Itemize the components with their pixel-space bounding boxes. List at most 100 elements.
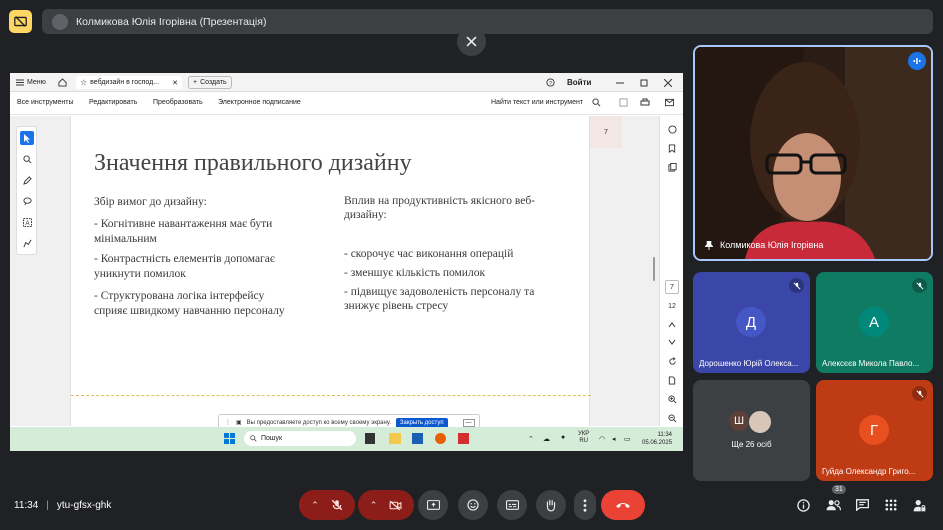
store-icon[interactable] (412, 433, 423, 444)
more-participants-tile[interactable]: Ш Ще 26 осіб (693, 380, 810, 481)
participant-name: Дорошенко Юрій Олекса... (699, 359, 799, 368)
chat-button[interactable] (851, 494, 873, 516)
stop-sharing-button[interactable]: Закрыть доступ (395, 417, 448, 428)
save-icon[interactable] (619, 98, 628, 107)
mic-off-icon (331, 499, 343, 511)
hide-notice-button[interactable]: — (462, 418, 475, 427)
slide-page: Значення правильного дизайну Збір вимог … (70, 116, 591, 426)
participant-tile-3[interactable]: Г Гуйда Олександр Григо... (816, 380, 933, 481)
edit-menu[interactable]: Редактировать (89, 99, 137, 106)
page-up-icon[interactable] (665, 318, 679, 332)
left-item-2-line-2: уникнути помилок (94, 268, 186, 280)
new-tab-button[interactable]: + Создать (188, 76, 232, 89)
language-indicator[interactable]: УКР RU (578, 431, 589, 445)
people-button[interactable]: 31 (822, 485, 846, 516)
text-tool-icon[interactable]: A (20, 215, 34, 229)
mic-tray-icon[interactable]: ● (561, 434, 565, 441)
volume-icon[interactable]: ◂ (612, 435, 616, 443)
close-presentation-button[interactable] (457, 27, 486, 56)
mic-toggle-button[interactable]: ⌃ (299, 490, 355, 520)
taskbar-clock[interactable]: 11:34 05.06.2025 (642, 431, 672, 447)
presentation-title-bar: Колмикова Юлія Ігорівна (Презентація) (42, 9, 933, 34)
presenter-name-label: Колмикова Юлія Ігорівна (705, 240, 823, 250)
muted-mic-icon (912, 386, 927, 401)
pdf-app-icon[interactable] (458, 433, 469, 444)
chevron-up-icon[interactable]: ⌃ (311, 500, 319, 511)
right-heading-line-2: дизайну: (344, 209, 387, 221)
presenter-avatar (52, 13, 68, 30)
find-tool-search[interactable]: Найти текст или инструмент (491, 99, 583, 106)
meeting-code[interactable]: ytu-gfsx-ghk (57, 500, 111, 511)
right-item-3-line-1: - підвищує задоволеність персоналу та (344, 286, 535, 298)
windows-start-icon[interactable] (224, 433, 235, 444)
cloud-icon[interactable]: ☁ (543, 435, 550, 443)
drag-handle-icon[interactable]: ⋮ (225, 419, 231, 426)
select-tool-icon[interactable] (20, 131, 34, 145)
taskview-icon[interactable] (365, 433, 375, 444)
home-icon[interactable] (58, 76, 67, 89)
lasso-tool-icon[interactable] (20, 194, 34, 208)
zoom-tool-icon[interactable] (20, 152, 34, 166)
hand-icon (546, 499, 556, 511)
firefox-icon[interactable] (435, 433, 446, 444)
zoom-in-icon[interactable] (665, 392, 679, 406)
close-window-icon[interactable] (664, 76, 672, 89)
page-down-icon[interactable] (665, 335, 679, 349)
comment-icon[interactable] (665, 122, 679, 136)
scrollbar-thumb[interactable] (653, 257, 655, 281)
meeting-info: 11:34 | ytu-gfsx-ghk (14, 500, 112, 511)
chevron-up-icon[interactable]: ⌃ (370, 500, 378, 511)
wifi-icon[interactable]: ◠ (599, 435, 605, 443)
end-call-icon (616, 503, 630, 508)
presenter-video-tile[interactable]: Колмикова Юлія Ігорівна (693, 45, 933, 261)
others-avatar: Ш (728, 410, 750, 432)
emoji-icon (467, 499, 479, 511)
reactions-button[interactable] (458, 490, 488, 520)
close-tab-icon[interactable]: ✕ (172, 79, 178, 87)
activities-button[interactable] (880, 494, 902, 516)
zoom-out-icon[interactable] (665, 411, 679, 425)
pen-tool-icon[interactable] (20, 173, 34, 187)
slide-title: Значення правильного дизайну (94, 150, 412, 176)
page-thumbnail[interactable]: 7 (590, 116, 622, 148)
share-notice-text: Вы предоставляете доступ ко всему своему… (246, 419, 391, 426)
login-button[interactable]: Войти (567, 76, 591, 89)
participant-tile-2[interactable]: А Алексєєв Микола Павло... (816, 272, 933, 373)
taskbar-search-box[interactable]: Пошук (244, 431, 356, 446)
presenting-icon[interactable] (9, 10, 32, 33)
browser-tab-bar: Меню ☆ вебдизайн в господ... ✕ + Создать… (10, 73, 683, 92)
tab-document[interactable]: ☆ вебдизайн в господ... ✕ (76, 76, 182, 89)
tray-chevron-icon[interactable]: ⌃ (528, 435, 534, 443)
camera-toggle-button[interactable]: ⌃ (358, 490, 414, 520)
host-controls-button[interactable] (908, 494, 930, 516)
mail-icon[interactable] (665, 98, 674, 107)
refresh-icon[interactable] (665, 354, 679, 368)
all-tools-menu[interactable]: Все инструменты (17, 99, 74, 106)
plus-icon: + (193, 79, 198, 86)
print-icon[interactable] (640, 98, 650, 107)
windows-taskbar: Пошук ⌃ ☁ ● УКР RU ◠ ◂ ▭ 11:34 05.06.202… (10, 427, 683, 451)
current-page-input[interactable]: 7 (665, 280, 679, 294)
captions-button[interactable] (497, 490, 527, 520)
leave-call-button[interactable] (601, 490, 645, 520)
menu-button[interactable]: Меню (16, 76, 46, 89)
pages-icon[interactable] (665, 160, 679, 174)
file-explorer-icon[interactable] (389, 433, 401, 444)
search-icon[interactable] (592, 98, 601, 107)
meeting-details-button[interactable] (792, 494, 814, 516)
close-icon (466, 36, 477, 47)
present-screen-button[interactable] (418, 490, 448, 520)
minimize-icon[interactable] (616, 76, 624, 89)
battery-icon[interactable]: ▭ (624, 435, 631, 443)
help-icon[interactable]: ? (546, 76, 555, 89)
participant-tile-1[interactable]: Д Дорошенко Юрій Олекса... (693, 272, 810, 373)
raise-hand-button[interactable] (536, 490, 566, 520)
restore-icon[interactable] (640, 76, 648, 89)
sign-tool-icon[interactable] (20, 236, 34, 250)
convert-menu[interactable]: Преобразовать (153, 99, 203, 106)
document-icon[interactable] (665, 373, 679, 387)
esign-menu[interactable]: Электронное подписание (218, 99, 301, 106)
svg-text:?: ? (549, 81, 552, 87)
bookmark-icon[interactable] (665, 141, 679, 155)
more-options-button[interactable] (574, 490, 596, 520)
